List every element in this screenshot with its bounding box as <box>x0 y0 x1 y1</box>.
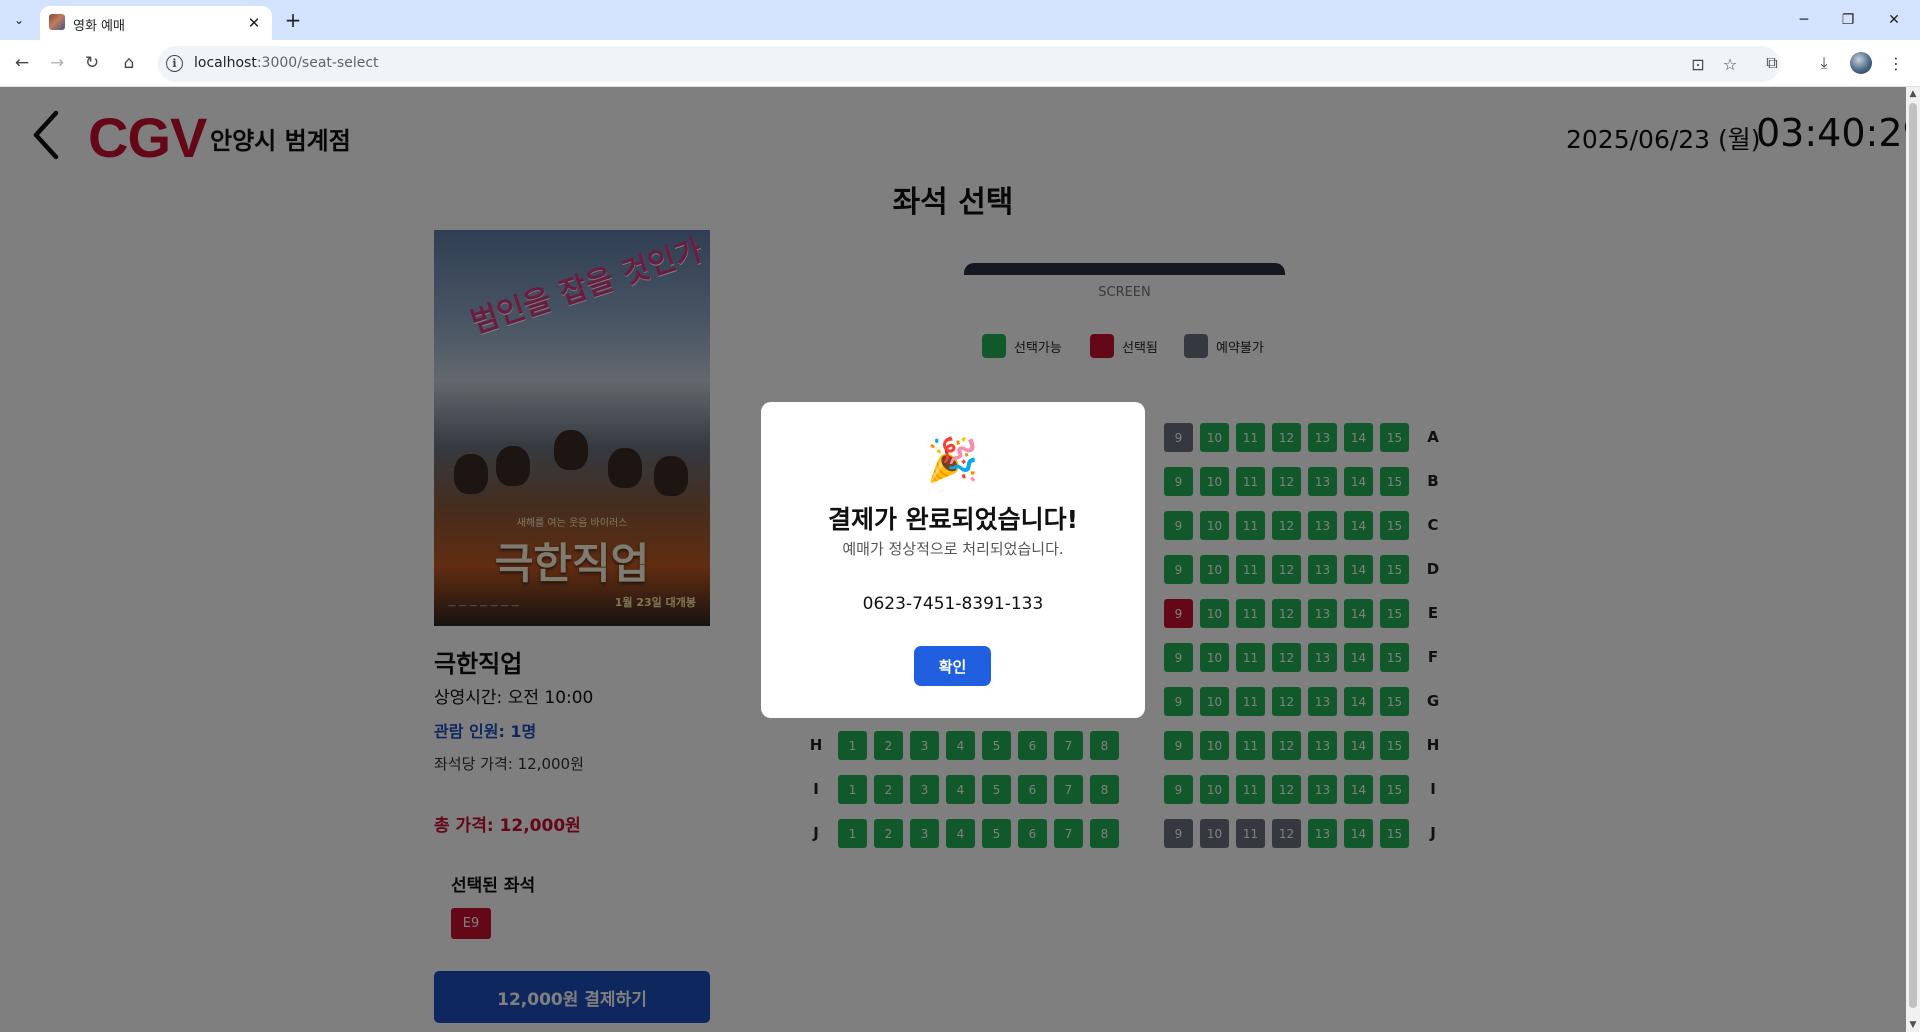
puzzle-icon[interactable]: ⧉ <box>1758 49 1786 77</box>
scrollbar[interactable]: ▲ ▼ <box>1906 87 1920 1032</box>
back-arrow-icon[interactable]: ← <box>8 49 36 77</box>
address-bar[interactable]: i localhost:3000/seat-select ⊡ ☆ <box>158 46 1780 82</box>
home-icon[interactable]: ⌂ <box>115 49 143 77</box>
window-close-icon[interactable]: ✕ <box>1874 6 1914 34</box>
reload-icon[interactable]: ↻ <box>78 49 106 77</box>
browser-tab[interactable]: 영화 예매 ✕ <box>40 6 272 40</box>
url-path: :3000/seat-select <box>256 55 379 71</box>
browser-toolbar: ← → ↻ ⌂ i localhost:3000/seat-select ⊡ ☆… <box>0 40 1920 87</box>
restore-icon[interactable]: ❐ <box>1828 6 1868 34</box>
favicon-icon <box>49 14 65 30</box>
modal-title: 결제가 완료되었습니다! <box>827 505 1079 534</box>
star-icon[interactable]: ☆ <box>1718 52 1742 76</box>
profile-avatar[interactable] <box>1850 52 1872 74</box>
modal-message: 예매가 정상적으로 처리되었습니다. <box>842 540 1064 558</box>
scroll-up-icon[interactable]: ▲ <box>1908 89 1918 99</box>
scrollbar-thumb[interactable] <box>1909 103 1917 1008</box>
page: CGV 안양시 범계점 2025/06/23 (월) 03:40:29 좌석 선… <box>0 87 1906 1032</box>
scroll-down-icon[interactable]: ▼ <box>1908 1020 1918 1030</box>
url-host: localhost <box>194 55 257 71</box>
new-tab-button[interactable]: + <box>280 7 306 33</box>
browser-chrome: ⌄ 영화 예매 ✕ + ─ ❐ ✕ ← → ↻ ⌂ i localhost:30… <box>0 0 1920 87</box>
install-app-icon[interactable]: ⊡ <box>1686 52 1710 76</box>
forward-arrow-icon[interactable]: → <box>43 49 71 77</box>
minimize-icon[interactable]: ─ <box>1784 6 1824 34</box>
confirm-button[interactable]: 확인 <box>914 646 991 686</box>
download-icon[interactable]: ⤓ <box>1810 49 1838 77</box>
tab-strip: ⌄ 영화 예매 ✕ + ─ ❐ ✕ <box>0 0 1920 40</box>
kebab-menu-icon[interactable]: ⋮ <box>1882 49 1910 77</box>
party-popper-icon: 🎉 <box>926 435 980 484</box>
url-text[interactable]: localhost:3000/seat-select <box>194 55 379 71</box>
tab-title: 영화 예매 <box>73 19 125 34</box>
reservation-code: 0623-7451-8391-133 <box>862 594 1044 614</box>
info-icon[interactable]: i <box>166 55 183 72</box>
payment-complete-modal: 🎉 결제가 완료되었습니다! 예매가 정상적으로 처리되었습니다. 0623-7… <box>761 402 1145 718</box>
close-icon[interactable]: ✕ <box>244 13 264 33</box>
chevron-down-icon[interactable]: ⌄ <box>8 9 30 31</box>
